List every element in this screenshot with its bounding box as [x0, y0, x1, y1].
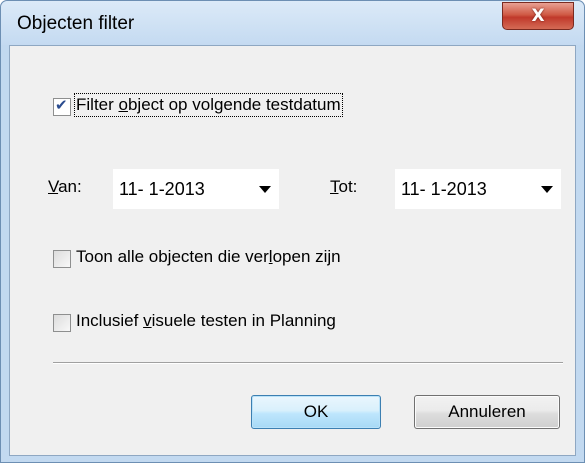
checkmark-icon: ✔ [55, 96, 68, 114]
cancel-button[interactable]: Annuleren [414, 395, 560, 429]
van-label: Van: [48, 177, 82, 196]
expired-objects-label[interactable]: Toon alle objecten die verlopen zijn [76, 247, 341, 267]
filter-checkbox[interactable]: ✔ [53, 96, 71, 116]
tot-date-value: 11- 1-2013 [401, 179, 487, 199]
expired-objects-checkbox[interactable] [53, 250, 71, 268]
chevron-down-icon[interactable] [541, 186, 553, 193]
van-date-picker[interactable]: 11- 1-2013 [113, 169, 279, 209]
visual-tests-checkbox[interactable] [53, 314, 71, 332]
filter-checkbox-label[interactable]: Filter object op volgende testdatum [74, 93, 343, 117]
tot-label: Tot: [330, 177, 358, 196]
separator [53, 362, 563, 364]
close-icon: X [531, 6, 545, 26]
chevron-down-icon[interactable] [259, 186, 271, 193]
title-bar[interactable]: Objecten filter X [1, 1, 584, 45]
window-title: Objecten filter [17, 13, 135, 34]
dialog-window: Objecten filter X ✔ Filter object op vol… [0, 0, 585, 463]
visual-tests-label[interactable]: Inclusief visuele testen in Planning [76, 311, 336, 331]
ok-button[interactable]: OK [251, 395, 381, 429]
tot-date-picker[interactable]: 11- 1-2013 [395, 169, 561, 209]
close-button[interactable]: X [502, 2, 574, 30]
van-date-value: 11- 1-2013 [119, 179, 205, 199]
